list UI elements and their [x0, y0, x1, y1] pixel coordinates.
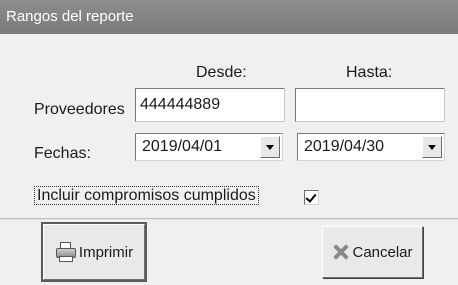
proveedores-from-input[interactable]: 444444889	[135, 88, 285, 122]
cancel-button-label: Cancelar	[352, 243, 413, 261]
window-title: Rangos del reporte	[6, 8, 134, 25]
include-completed-checkbox[interactable]	[304, 190, 319, 205]
column-header-from: Desde:	[196, 64, 247, 81]
report-range-dialog: Rangos del reporte Desde: Hasta: Proveed…	[0, 0, 458, 285]
proveedores-to-input[interactable]	[295, 88, 445, 122]
checkmark-icon	[305, 191, 317, 203]
proveedores-label: Proveedores	[34, 101, 125, 118]
print-button[interactable]: Imprimir	[41, 222, 147, 282]
column-header-to: Hasta:	[346, 64, 393, 81]
cancel-x-icon	[332, 243, 350, 261]
printer-icon	[55, 241, 77, 263]
divider	[0, 218, 458, 220]
print-button-label: Imprimir	[78, 243, 134, 261]
fecha-to-dropdown-button[interactable]	[422, 136, 442, 158]
fecha-from-value: 2019/04/01	[142, 138, 223, 155]
fecha-to-value: 2019/04/30	[304, 138, 385, 155]
fecha-to-combo[interactable]: 2019/04/30	[297, 133, 445, 161]
cancel-button[interactable]: Cancelar	[322, 226, 423, 278]
fecha-from-combo[interactable]: 2019/04/01	[135, 133, 283, 161]
include-completed-label[interactable]: Incluir compromisos cumplidos	[34, 186, 259, 205]
fechas-label: Fechas:	[34, 145, 91, 162]
chevron-down-icon	[266, 145, 274, 150]
include-completed-label-text: Incluir compromisos cumplidos	[34, 186, 259, 205]
fecha-from-dropdown-button[interactable]	[260, 136, 280, 158]
chevron-down-icon	[428, 145, 436, 150]
title-bar[interactable]: Rangos del reporte	[0, 0, 458, 34]
